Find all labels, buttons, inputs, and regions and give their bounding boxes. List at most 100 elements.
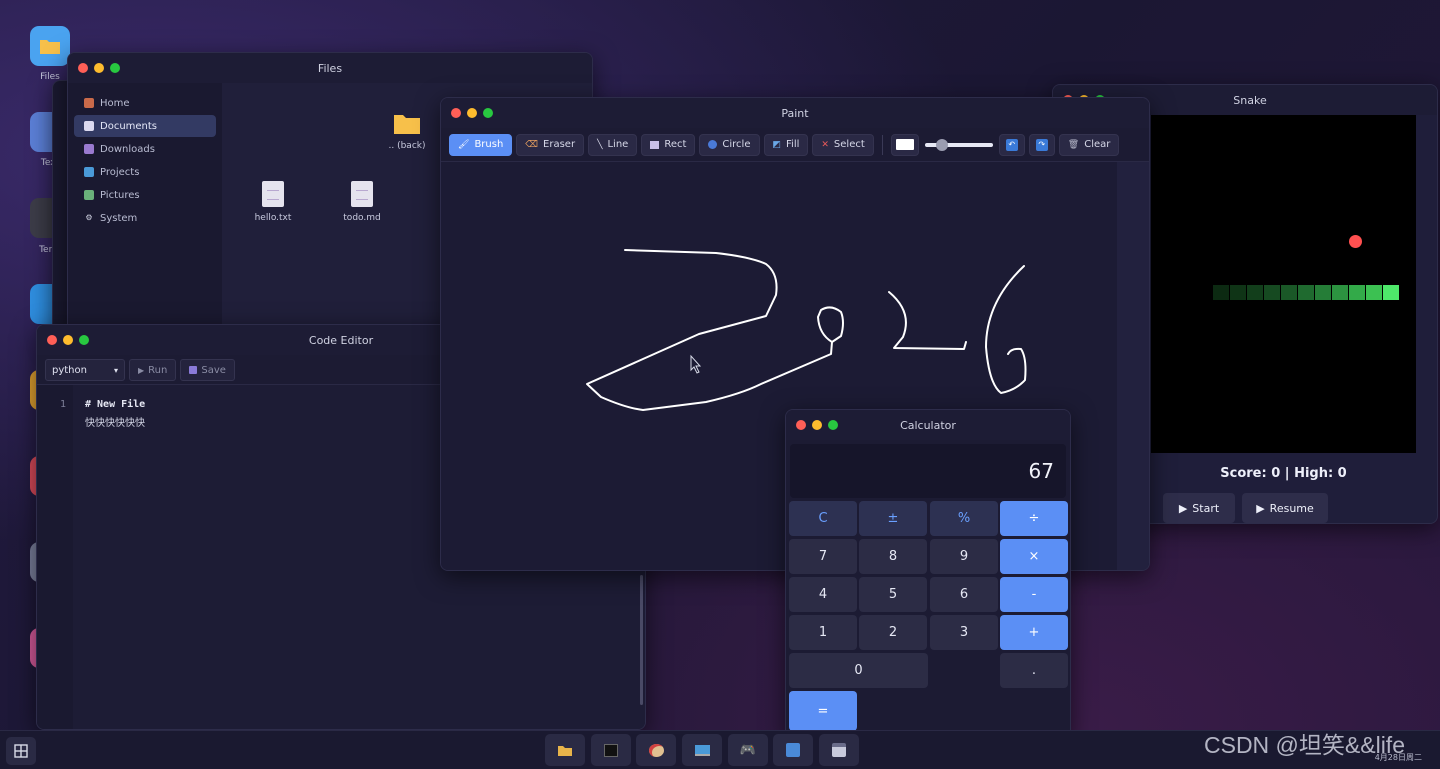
files-titlebar[interactable]: Files xyxy=(68,53,592,83)
tool-rect[interactable]: Rect xyxy=(641,133,696,156)
file-item-hello[interactable]: hello.txt xyxy=(238,181,308,223)
tool-circle[interactable]: Circle xyxy=(699,133,760,156)
minimize-icon[interactable] xyxy=(94,63,104,73)
desktop-icon-files[interactable] xyxy=(30,26,70,66)
play-icon: ▶ xyxy=(138,365,145,375)
key-9[interactable]: 9 xyxy=(930,539,998,574)
sidebar-item-home[interactable]: Home xyxy=(74,92,216,114)
snake-body xyxy=(1213,285,1399,300)
taskbar-code-editor[interactable] xyxy=(682,734,722,766)
sidebar-item-projects[interactable]: Projects xyxy=(74,161,216,183)
key-1[interactable]: 1 xyxy=(789,615,857,650)
start-button[interactable]: ▶ Start xyxy=(1163,493,1235,523)
files-sidebar: Home Documents Downloads Projects Pictur… xyxy=(68,83,222,341)
minimize-icon[interactable] xyxy=(63,335,73,345)
stroke-six xyxy=(985,265,1027,394)
save-icon xyxy=(189,366,198,374)
download-icon xyxy=(84,144,94,154)
tool-eraser[interactable]: ⌫ Eraser xyxy=(516,133,585,156)
sidebar-item-documents[interactable]: Documents xyxy=(74,115,216,137)
taskbar-paint[interactable] xyxy=(636,734,676,766)
redo-button[interactable]: ↷ xyxy=(1028,133,1055,156)
run-label: Run xyxy=(148,364,168,376)
paint-scroll-area[interactable] xyxy=(1117,162,1149,570)
brush-size-slider[interactable] xyxy=(924,134,993,156)
redo-icon: ↷ xyxy=(1035,138,1048,151)
close-icon[interactable] xyxy=(78,63,88,73)
sidebar-item-system[interactable]: ⚙ System xyxy=(74,207,216,229)
file-name: todo.md xyxy=(343,213,381,223)
key-6[interactable]: 6 xyxy=(930,577,998,612)
play-icon: ▶ xyxy=(1256,501,1265,515)
snake-board[interactable] xyxy=(1151,115,1416,453)
maximize-icon[interactable] xyxy=(483,108,493,118)
stroke-zero xyxy=(817,306,844,343)
key-clear[interactable]: C xyxy=(789,501,857,536)
tool-label: Eraser xyxy=(543,139,576,150)
paint-titlebar[interactable]: Paint xyxy=(441,98,1149,128)
save-label: Save xyxy=(201,364,226,376)
gamepad-icon: 🎮 xyxy=(739,742,757,758)
key-2[interactable]: 2 xyxy=(859,615,927,650)
tool-fill[interactable]: ◩ Fill xyxy=(763,133,809,156)
sidebar-item-label: Home xyxy=(100,97,130,109)
run-button[interactable]: ▶ Run xyxy=(129,359,177,381)
maximize-icon[interactable] xyxy=(79,335,89,345)
key-plus-minus[interactable]: ± xyxy=(859,501,927,536)
key-equals[interactable]: = xyxy=(789,691,857,731)
key-0[interactable]: 0 xyxy=(789,653,928,688)
file-item-back[interactable]: .. (back) xyxy=(372,111,442,151)
tool-label: Circle xyxy=(722,139,751,150)
tool-select[interactable]: ✕ Select xyxy=(812,133,874,156)
file-icon xyxy=(262,181,284,207)
tool-line[interactable]: ╲ Line xyxy=(588,133,638,156)
color-swatch xyxy=(895,139,914,150)
minimize-icon[interactable] xyxy=(467,108,477,118)
key-4[interactable]: 4 xyxy=(789,577,857,612)
key-percent[interactable]: % xyxy=(930,501,998,536)
file-item-todo[interactable]: todo.md xyxy=(327,181,397,223)
key-subtract[interactable]: - xyxy=(1000,577,1068,612)
resume-button[interactable]: ▶ Resume xyxy=(1242,493,1328,523)
calculator-window[interactable]: Calculator 67 C ± % ÷ 7 8 9 × 4 5 6 - 1 … xyxy=(785,409,1071,739)
slider-handle[interactable] xyxy=(935,138,948,151)
file-name: hello.txt xyxy=(254,213,292,223)
tool-brush[interactable]: 🖌 Brush xyxy=(449,133,513,156)
sidebar-item-pictures[interactable]: Pictures xyxy=(74,184,216,206)
folder-icon xyxy=(558,745,572,756)
key-8[interactable]: 8 xyxy=(859,539,927,574)
document-icon xyxy=(84,121,94,131)
editor-scrollbar[interactable] xyxy=(640,575,643,705)
close-icon[interactable] xyxy=(451,108,461,118)
tool-label: Brush xyxy=(474,139,504,150)
taskbar-terminal[interactable] xyxy=(591,734,631,766)
key-decimal[interactable]: . xyxy=(1000,653,1068,688)
key-7[interactable]: 7 xyxy=(789,539,857,574)
key-add[interactable]: + xyxy=(1000,615,1068,650)
maximize-icon[interactable] xyxy=(110,63,120,73)
close-icon[interactable] xyxy=(47,335,57,345)
key-divide[interactable]: ÷ xyxy=(1000,501,1068,536)
file-icon xyxy=(351,181,373,207)
gear-icon: ⚙ xyxy=(85,213,93,222)
undo-button[interactable]: ↶ xyxy=(998,133,1025,156)
key-multiply[interactable]: × xyxy=(1000,539,1068,574)
sidebar-item-downloads[interactable]: Downloads xyxy=(74,138,216,160)
key-5[interactable]: 5 xyxy=(859,577,927,612)
start-label: Start xyxy=(1192,501,1220,515)
rect-icon xyxy=(650,140,660,149)
color-picker[interactable] xyxy=(890,133,919,156)
terminal-icon xyxy=(604,743,618,757)
snake-food xyxy=(1349,235,1362,248)
taskbar-calculator[interactable] xyxy=(773,734,813,766)
key-3[interactable]: 3 xyxy=(930,615,998,650)
circle-icon xyxy=(708,140,718,149)
home-icon xyxy=(84,98,94,108)
language-select[interactable]: python ▾ xyxy=(45,359,125,381)
save-button[interactable]: Save xyxy=(180,359,235,381)
taskbar-calendar[interactable] xyxy=(819,734,859,766)
taskbar-snake[interactable]: 🎮 xyxy=(728,734,768,766)
taskbar-files[interactable] xyxy=(545,734,585,766)
start-button[interactable] xyxy=(6,737,36,765)
clear-button[interactable]: 🗑 Clear xyxy=(1058,133,1120,156)
